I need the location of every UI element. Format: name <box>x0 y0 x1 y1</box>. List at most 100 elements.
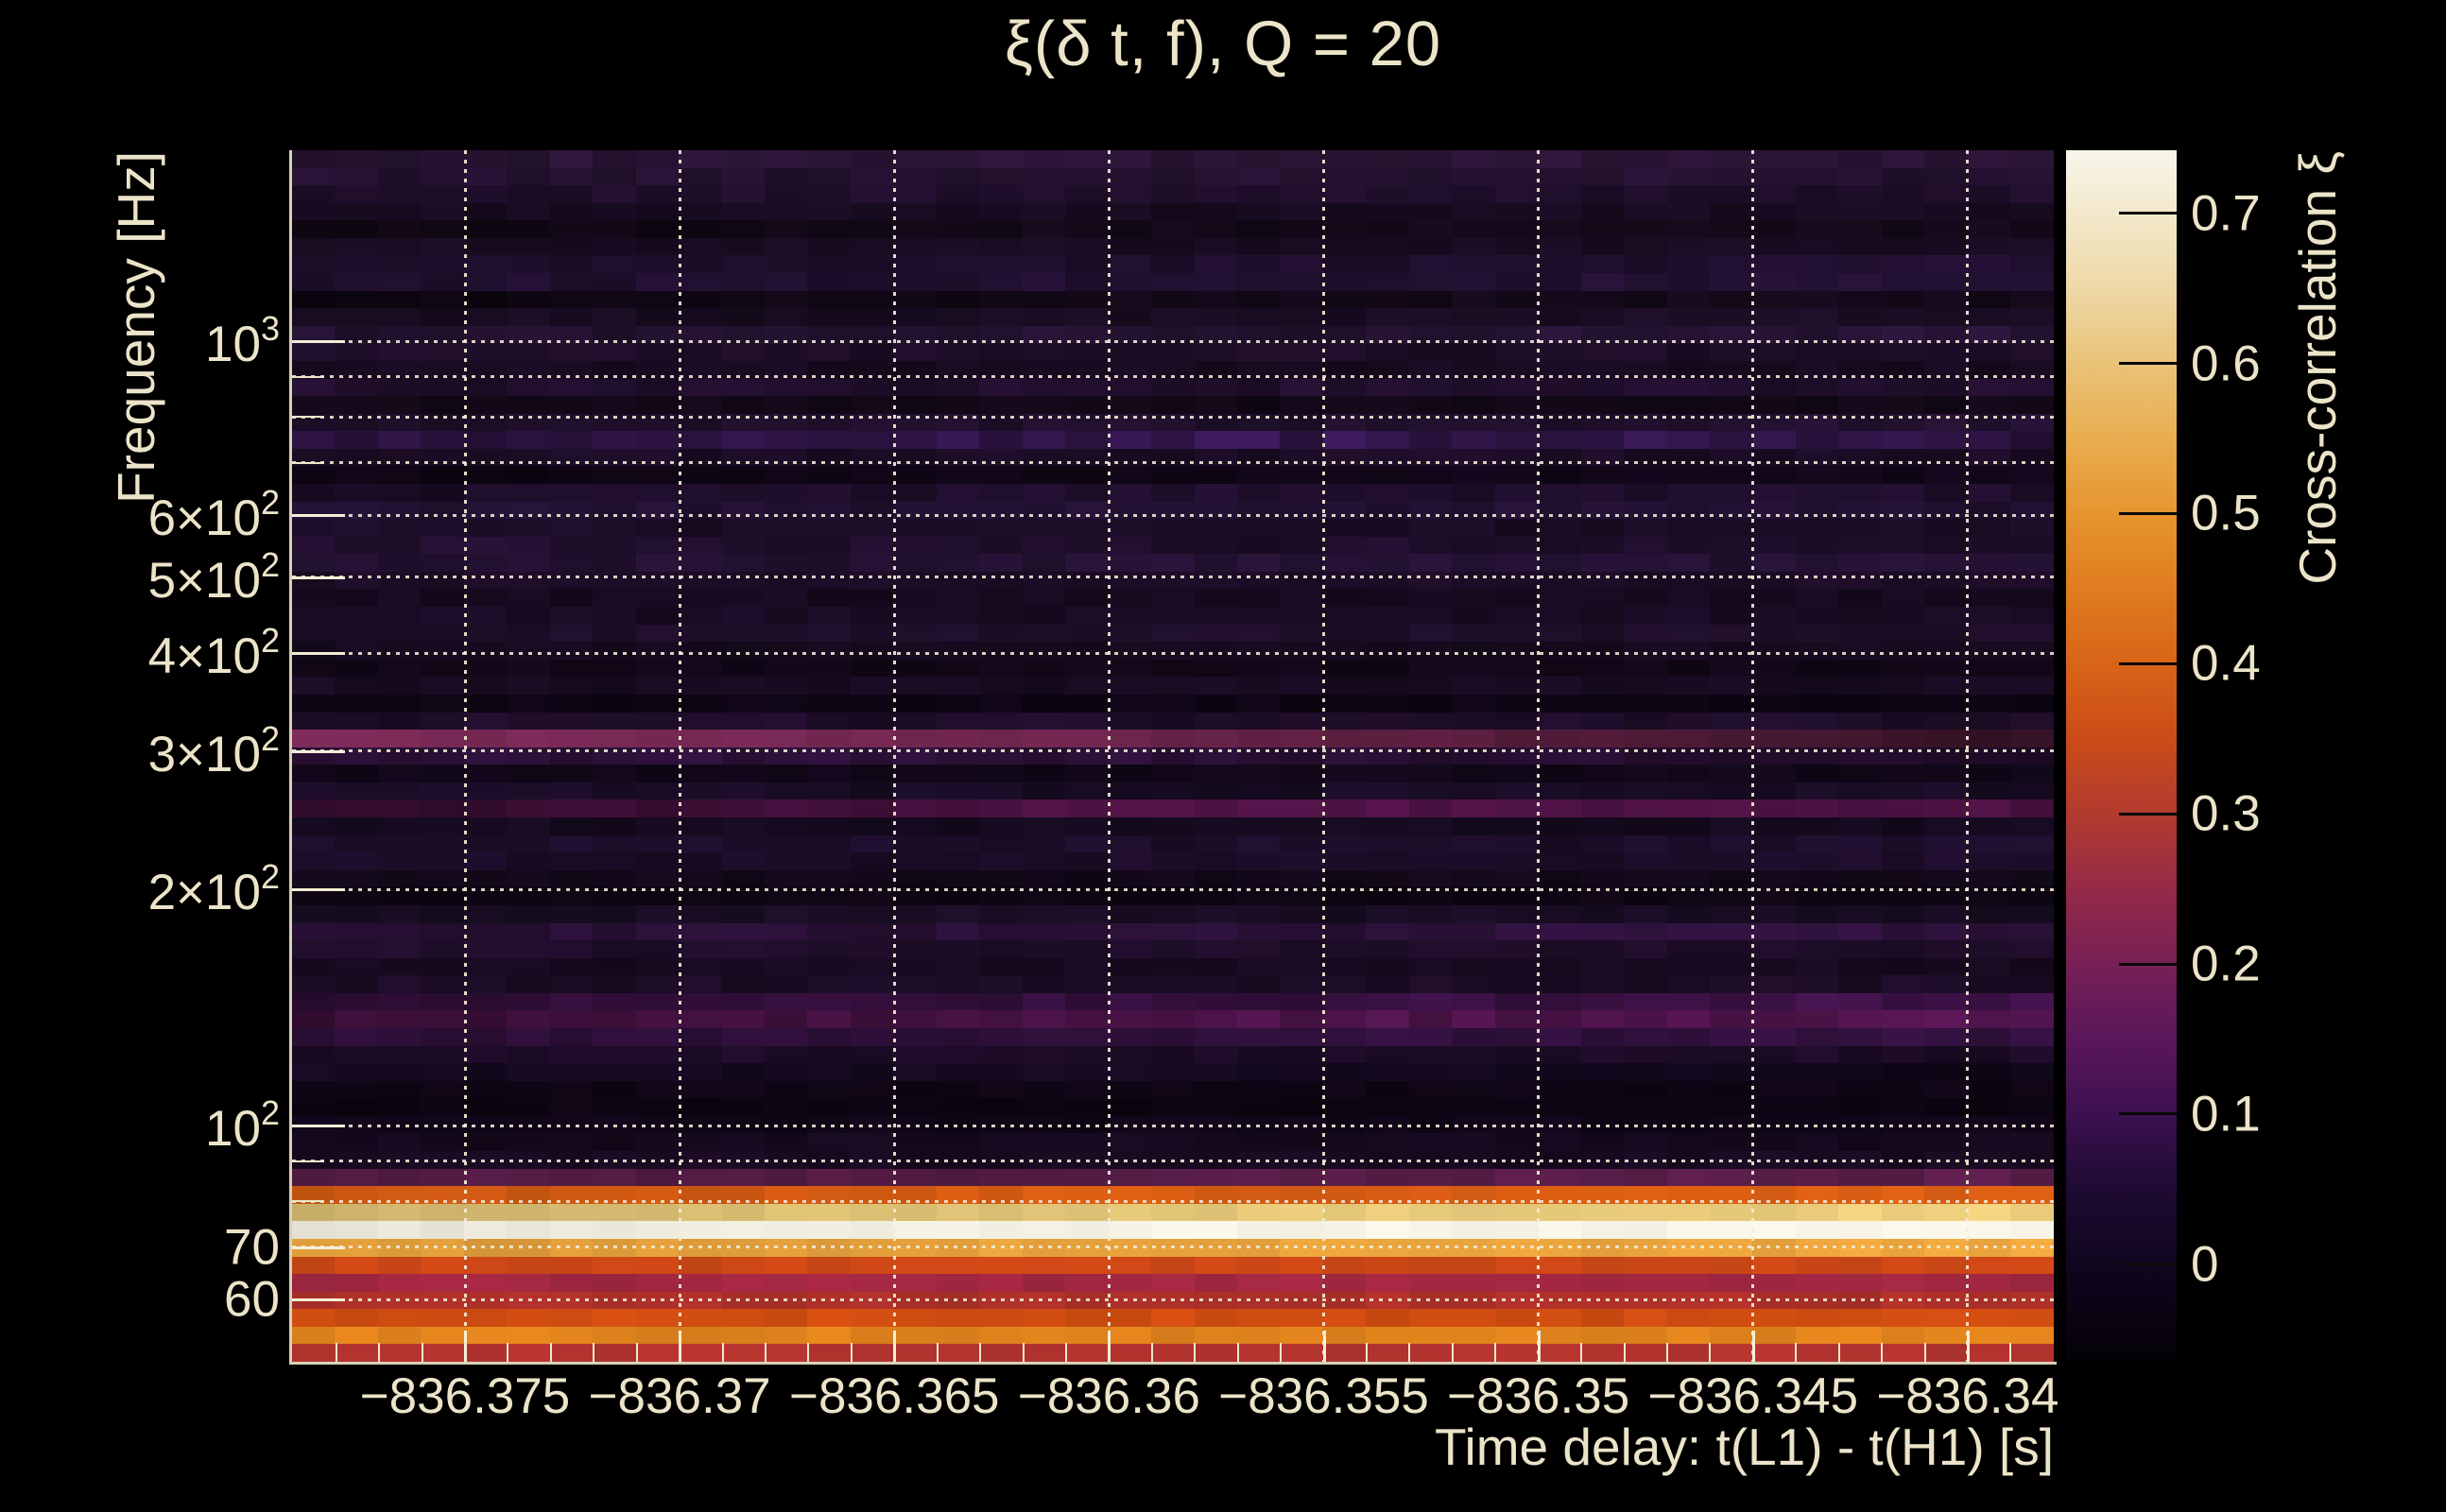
heatmap-cell <box>1065 431 1109 450</box>
heatmap-cell <box>1151 817 1195 836</box>
heatmap-cell <box>1065 1098 1109 1117</box>
x-minor-tick <box>1580 1343 1583 1362</box>
heatmap-cell <box>549 799 594 818</box>
heatmap-cell <box>1194 1344 1237 1362</box>
y-tick-label: 60 <box>224 1271 280 1328</box>
x-tick-label: −836.375 <box>359 1368 571 1424</box>
heatmap-cell <box>1624 484 1667 503</box>
heatmap-cell <box>1967 237 2011 257</box>
heatmap-cell <box>507 1045 550 1064</box>
heatmap-cell <box>850 799 894 818</box>
heatmap-cell <box>335 1010 378 1029</box>
heatmap-cell <box>1752 1221 1796 1240</box>
heatmap-cell <box>1838 237 1882 257</box>
heatmap-cell <box>1924 1080 1968 1099</box>
heatmap-cell <box>1538 589 1581 608</box>
heatmap-cell <box>1709 466 1753 485</box>
heatmap-cell <box>421 448 464 468</box>
heatmap-cell <box>507 150 550 169</box>
heatmap-cell <box>2010 1168 2054 1187</box>
heatmap-cell <box>1280 501 1323 520</box>
heatmap-cell <box>1194 167 1237 186</box>
heatmap-cell <box>1065 466 1109 485</box>
heatmap-cell <box>1666 448 1710 468</box>
heatmap-cell <box>1795 975 1839 994</box>
heatmap-cell <box>679 484 722 503</box>
heatmap-cell <box>1838 730 1882 748</box>
heatmap-cell <box>679 431 722 450</box>
heatmap-cell <box>893 940 937 959</box>
heatmap-cell <box>1752 834 1796 853</box>
heatmap-cell <box>979 1027 1023 1047</box>
heatmap-cell <box>936 1274 980 1293</box>
heatmap-cell <box>679 1203 722 1223</box>
heatmap-cell <box>549 290 594 309</box>
heatmap-cell <box>635 1274 680 1293</box>
heatmap-cell <box>1494 1080 1539 1099</box>
heatmap-cell <box>2010 782 2054 801</box>
heatmap-cell <box>679 694 722 713</box>
heatmap-cell <box>1538 765 1581 783</box>
heatmap-cell <box>1408 1063 1453 1082</box>
heatmap-cell <box>2010 431 2054 450</box>
heatmap-cell <box>764 992 808 1012</box>
heatmap-cell <box>979 765 1023 783</box>
heatmap-cell <box>335 1168 378 1187</box>
heatmap-cell <box>421 1203 464 1223</box>
heatmap-cell <box>1280 607 1323 626</box>
heatmap-cell <box>1022 624 1066 643</box>
heatmap-cell <box>1881 677 1925 696</box>
heatmap-cell <box>764 904 808 924</box>
heatmap-cell <box>1108 852 1152 871</box>
heatmap-cell <box>1236 167 1281 186</box>
heatmap-cell <box>335 290 378 309</box>
heatmap-cell <box>1709 255 1753 274</box>
heatmap-cell <box>850 466 894 485</box>
heatmap-cell <box>292 869 336 889</box>
heatmap-cell <box>850 677 894 696</box>
heatmap-cell <box>593 1027 636 1047</box>
heatmap-row <box>292 1063 2054 1082</box>
heatmap-cell <box>1108 448 1152 468</box>
y-major-tick <box>292 652 345 656</box>
heatmap-cell <box>1494 957 1539 976</box>
heatmap-cell <box>1022 255 1066 274</box>
heatmap-cell <box>1108 992 1152 1012</box>
heatmap-cell <box>979 1344 1023 1362</box>
heatmap-cell <box>549 448 594 468</box>
heatmap-cell <box>1881 730 1925 748</box>
heatmap-row <box>292 308 2054 327</box>
heatmap-cell <box>1709 957 1753 976</box>
x-minor-tick <box>1194 1343 1197 1362</box>
heatmap-cell <box>1151 834 1195 853</box>
heatmap-cell <box>1236 255 1281 274</box>
heatmap-cell <box>1280 1344 1323 1362</box>
heatmap-cell <box>507 519 550 538</box>
heatmap-cell <box>1194 624 1237 643</box>
heatmap-cell <box>1580 273 1625 292</box>
heatmap-cell <box>335 694 378 713</box>
heatmap-cell <box>292 308 336 327</box>
heatmap-cell <box>1795 167 1839 186</box>
heatmap-cell <box>1151 220 1195 239</box>
heatmap-cell <box>421 571 464 591</box>
heatmap-cell <box>507 290 550 309</box>
heatmap-cell <box>463 799 508 818</box>
heatmap-cell <box>1151 940 1195 959</box>
heatmap-cell <box>635 799 680 818</box>
heatmap-cell <box>721 694 765 713</box>
heatmap-cell <box>1752 1063 1796 1082</box>
heatmap-cell <box>764 817 808 836</box>
heatmap-cell <box>1151 730 1195 748</box>
heatmap-cell <box>1838 712 1882 730</box>
heatmap-cell <box>1322 431 1367 450</box>
heatmap-cell <box>1666 1098 1710 1117</box>
heatmap-cell <box>850 536 894 556</box>
heatmap-cell <box>507 589 550 608</box>
heatmap-cell <box>850 501 894 520</box>
heatmap-cell <box>1924 1168 1968 1187</box>
heatmap-cell <box>1709 220 1753 239</box>
heatmap-cell <box>507 1344 550 1362</box>
heatmap-cell <box>893 536 937 556</box>
heatmap-cell <box>979 589 1023 608</box>
